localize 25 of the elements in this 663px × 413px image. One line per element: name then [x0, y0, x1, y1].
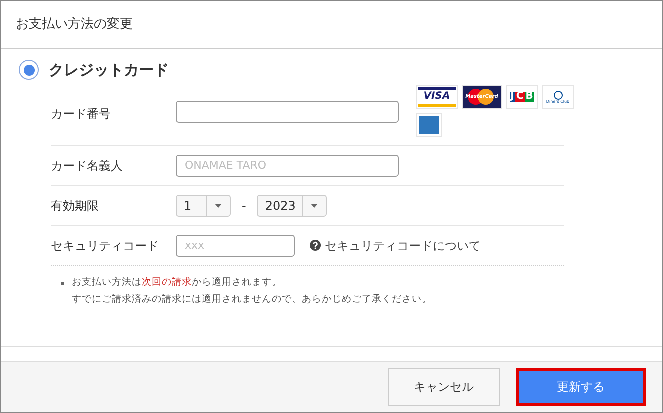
card-logo: JCB — [506, 85, 538, 109]
year-select[interactable]: 2023 — [257, 194, 328, 216]
text-field[interactable]: ONAMAE TARO — [176, 154, 399, 176]
radio-button[interactable] — [19, 60, 39, 80]
field-label: カード番号 — [51, 106, 112, 123]
note-text: すでにご請求済みの請求には適用されませんので、あらかじめご了承ください。 — [72, 293, 432, 308]
radio-label[interactable]: クレジットカード — [49, 58, 169, 82]
month-select[interactable]: 1 — [176, 194, 231, 216]
field-label: カード名義人 — [51, 158, 124, 174]
cancel-button[interactable]: キャンセル — [388, 368, 500, 406]
card-logo: VISA — [416, 85, 458, 109]
field-label: 有効期限 — [51, 198, 100, 214]
caret-icon — [215, 204, 222, 208]
help-link[interactable]: セキュリティコードについて — [325, 236, 481, 254]
note-link[interactable]: 次回の請求 — [142, 277, 192, 288]
help-icon — [310, 240, 321, 251]
dialog-title: お支払い方法の変更 — [16, 16, 133, 34]
date-separator: - — [242, 198, 246, 214]
text-field[interactable] — [176, 101, 399, 123]
field-label: セキュリティコード — [51, 238, 160, 254]
security-code-field[interactable]: xxx — [176, 234, 295, 256]
update-button[interactable]: 更新する — [516, 368, 646, 406]
note-text: お支払い方法は次回の請求から適用されます。 — [72, 276, 283, 290]
card-logo — [416, 113, 442, 137]
caret-icon — [311, 204, 318, 208]
